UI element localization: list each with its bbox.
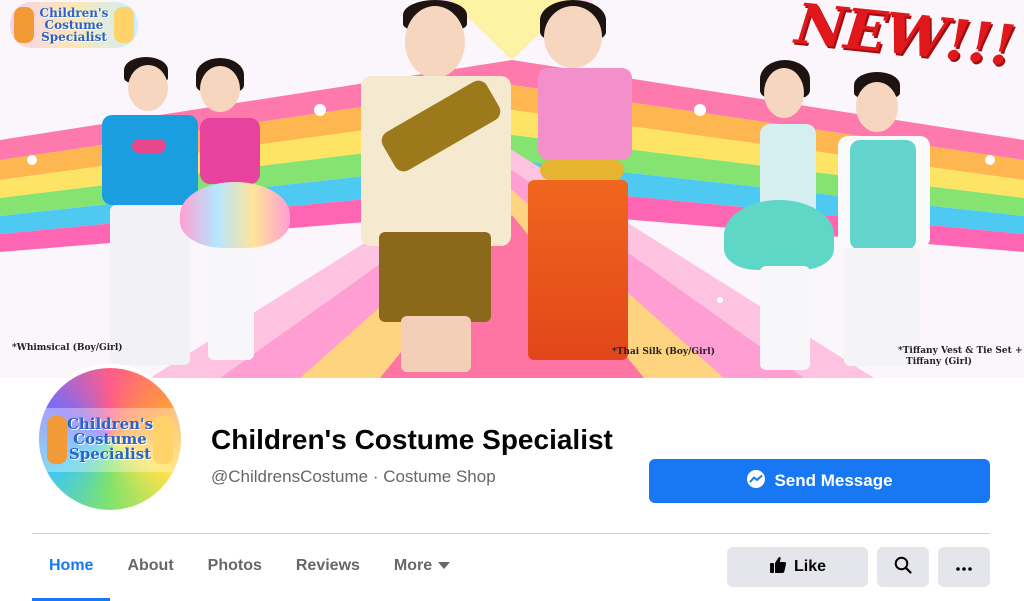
- tab-home[interactable]: Home: [32, 534, 111, 601]
- child-figure-thai-silk-girl: [520, 0, 670, 378]
- tab-label: Photos: [207, 557, 262, 574]
- tab-label: More: [393, 557, 433, 574]
- tiger-mascot-icon: [47, 416, 67, 464]
- caption-tiffany: *Tiffany Vest & Tie Set + Tiffany (Girl): [898, 346, 1024, 368]
- child-figure-thai-silk-boy: [345, 0, 515, 378]
- profile-picture[interactable]: Children's Costume Specialist: [35, 364, 185, 514]
- caption-tiffany-line: Tiffany (Girl): [906, 357, 973, 367]
- tab-photos[interactable]: Photos: [191, 534, 279, 598]
- logo-line: Specialist: [41, 30, 107, 44]
- caption-thai-silk: *Thai Silk (Boy/Girl): [612, 347, 715, 357]
- tab-label: About: [127, 557, 174, 574]
- caret-down-icon: [438, 557, 451, 575]
- page-handle-category: @ChildrensCostume · Costume Shop: [211, 467, 496, 486]
- ellipsis-icon: [956, 558, 972, 576]
- profile-avatar: Children's Costume Specialist: [39, 368, 181, 510]
- cover-photo[interactable]: Children's Costume Specialist NEW!!! *Wh…: [0, 0, 1024, 378]
- fairy-mascot-icon: [114, 7, 134, 43]
- caption-whimsical: *Whimsical (Boy/Girl): [12, 343, 123, 353]
- child-figure-tiffany-vest: [830, 72, 940, 372]
- child-figure-pink-tutu: [180, 58, 300, 363]
- page-title: Children's Costume Specialist: [211, 424, 613, 455]
- thumbs-up-icon: [769, 556, 787, 579]
- cover-logo: Children's Costume Specialist: [10, 2, 138, 48]
- child-figure-tiffany-dress: [720, 60, 840, 375]
- caption-tiffany-line: *Tiffany Vest & Tie Set +: [898, 346, 1023, 356]
- search-button[interactable]: [877, 547, 929, 587]
- tab-label: Home: [49, 557, 94, 574]
- page-tabs: Home About Photos Reviews More: [32, 534, 467, 601]
- search-icon: [894, 556, 912, 579]
- tab-more[interactable]: More: [377, 534, 467, 598]
- like-label: Like: [793, 558, 826, 575]
- tab-reviews[interactable]: Reviews: [279, 534, 377, 598]
- avatar-logo-line: Specialist: [68, 444, 152, 463]
- like-button[interactable]: Like: [727, 547, 868, 587]
- send-message-label: Send Message: [774, 471, 893, 490]
- messenger-icon: [746, 469, 766, 494]
- tab-about[interactable]: About: [110, 534, 190, 598]
- fairy-mascot-icon: [153, 416, 173, 464]
- tab-label: Reviews: [295, 557, 360, 574]
- send-message-button[interactable]: Send Message: [649, 459, 990, 503]
- more-options-button[interactable]: [938, 547, 990, 587]
- tiger-mascot-icon: [14, 7, 34, 43]
